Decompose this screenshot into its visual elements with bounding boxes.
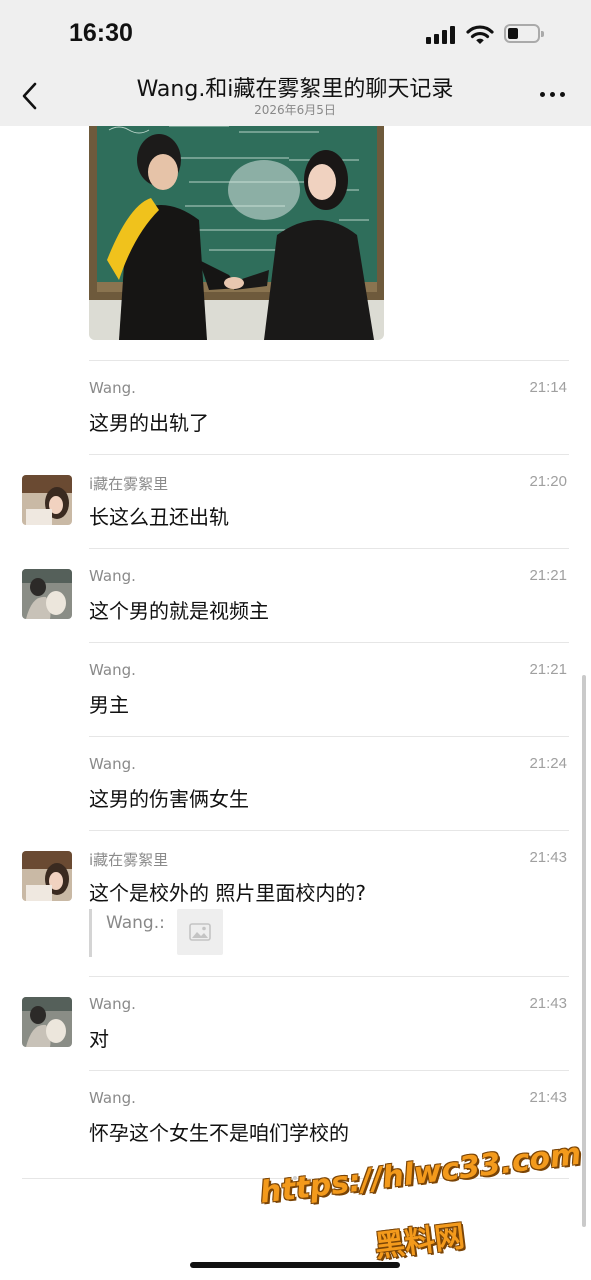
message-text: 长这么丑还出轨 [89, 505, 229, 529]
message-time: 21:21 [529, 661, 567, 678]
avatar[interactable] [22, 851, 72, 901]
chat-message[interactable]: i藏在雾絮里 21:20 长这么丑还出轨 [0, 454, 591, 548]
scrollbar[interactable] [582, 675, 586, 1227]
message-time: 21:14 [529, 379, 567, 396]
avatar[interactable] [22, 569, 72, 619]
wifi-icon [466, 25, 494, 44]
sender-name: i藏在雾絮里 [89, 851, 169, 869]
status-time: 16:30 [69, 19, 133, 47]
sender-name: i藏在雾絮里 [89, 475, 169, 493]
sender-name: Wang. [89, 995, 136, 1013]
divider [89, 976, 569, 977]
chat-message[interactable]: Wang. 21:21 男主 [0, 642, 591, 736]
chat-message[interactable]: Wang. 21:21 这个男的就是视频主 [0, 548, 591, 642]
message-time: 21:20 [529, 473, 567, 490]
cellular-signal-icon [426, 26, 458, 44]
battery-icon [504, 24, 544, 43]
top-bar: 16:30 Wang.和i藏在雾絮里的聊天记录 2026年6月5日 [0, 0, 591, 126]
avatar[interactable] [22, 997, 72, 1047]
message-text: 这男的出轨了 [89, 411, 209, 435]
sender-name: Wang. [89, 379, 136, 397]
message-text: 这个是校外的 照片里面校内的? [89, 881, 366, 905]
message-time: 21:43 [529, 1089, 567, 1106]
more-options-button[interactable] [538, 90, 568, 100]
message-text: 这个男的就是视频主 [89, 599, 269, 623]
page-date: 2026年6月5日 [254, 103, 336, 117]
sender-name: Wang. [89, 755, 136, 773]
divider [89, 736, 569, 737]
sender-name: Wang. [89, 567, 136, 585]
divider [89, 360, 569, 361]
message-time: 21:43 [529, 849, 567, 866]
sender-name: Wang. [89, 1089, 136, 1107]
image-placeholder-icon[interactable] [177, 909, 223, 955]
message-text: 男主 [89, 693, 129, 717]
chat-message[interactable]: i藏在雾絮里 21:43 这个是校外的 照片里面校内的? Wang.: [0, 830, 591, 976]
message-time: 21:24 [529, 755, 567, 772]
sender-name: Wang. [89, 661, 136, 679]
divider [89, 548, 569, 549]
back-button[interactable] [18, 80, 42, 112]
page-title: Wang.和i藏在雾絮里的聊天记录 [136, 77, 454, 102]
chat-message[interactable]: Wang. 21:24 这男的伤害俩女生 [0, 736, 591, 830]
message-text: 这男的伤害俩女生 [89, 787, 249, 811]
avatar[interactable] [22, 475, 72, 525]
divider [89, 454, 569, 455]
divider [89, 1070, 569, 1071]
message-time: 21:43 [529, 995, 567, 1012]
divider [89, 642, 569, 643]
graduation-photo-icon [89, 110, 384, 340]
shared-image[interactable] [89, 110, 384, 340]
chat-message[interactable]: Wang. 21:43 对 [0, 976, 591, 1070]
divider [89, 830, 569, 831]
home-indicator[interactable] [190, 1262, 400, 1268]
message-text: 对 [89, 1027, 109, 1051]
quoted-message[interactable]: Wang.: [89, 909, 332, 957]
message-time: 21:21 [529, 567, 567, 584]
quote-sender: Wang.: [106, 913, 165, 933]
watermark-name: 黑料网 [372, 1218, 467, 1265]
chat-message[interactable]: Wang. 21:14 这男的出轨了 [0, 360, 591, 454]
message-text: 怀孕这个女生不是咱们学校的 [89, 1121, 349, 1145]
